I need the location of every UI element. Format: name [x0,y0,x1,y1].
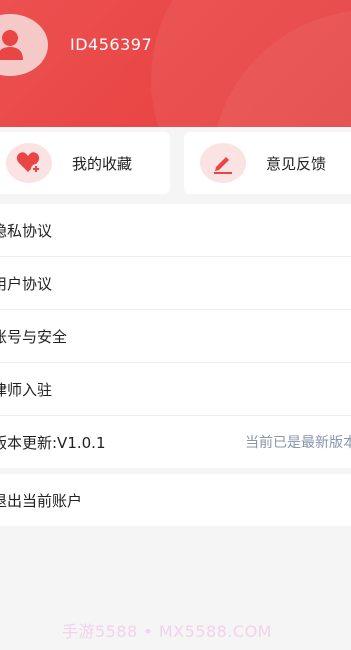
logout-button[interactable]: 退出当前账户 [0,474,351,526]
user-id: ID456397 [70,35,153,54]
account-security-item[interactable]: 账号与安全 [0,310,351,363]
list-item-label: 用户协议 [0,274,53,293]
favorites-button[interactable]: 我的收藏 [0,132,170,194]
favorites-icon-wrap [6,143,52,183]
avatar[interactable] [0,14,48,76]
version-update-item[interactable]: 版本更新:V1.0.1 当前已是最新版本 [0,416,351,468]
privacy-policy-item[interactable]: 隐私协议 [0,204,351,257]
settings-list: 隐私协议 用户协议 账号与安全 律师入驻 版本更新:V1.0.1 当前已是最新版… [0,204,351,468]
user-agreement-item[interactable]: 用户协议 [0,257,351,310]
version-status: 当前已是最新版本 [245,435,351,451]
list-item-label: 律师入驻 [0,380,53,399]
list-item-label: 版本更新:V1.0.1 [0,433,106,452]
feedback-label: 意见反馈 [266,154,327,173]
profile-header: ID456397 [0,0,351,127]
favorites-label: 我的收藏 [72,154,133,173]
lawyer-join-item[interactable]: 律师入驻 [0,363,351,416]
list-item-label: 隐私协议 [0,221,53,240]
pencil-icon [214,157,232,174]
feedback-icon-wrap [200,143,246,183]
quick-actions: 我的收藏 意见反馈 [0,132,351,198]
watermark: 手游5588 • MX5588.COM [62,622,272,641]
list-item-label: 账号与安全 [0,327,68,346]
feedback-button[interactable]: 意见反馈 [184,132,351,194]
user-icon [0,30,23,60]
logout-label: 退出当前账户 [0,491,83,510]
heart-plus-icon [16,152,41,174]
